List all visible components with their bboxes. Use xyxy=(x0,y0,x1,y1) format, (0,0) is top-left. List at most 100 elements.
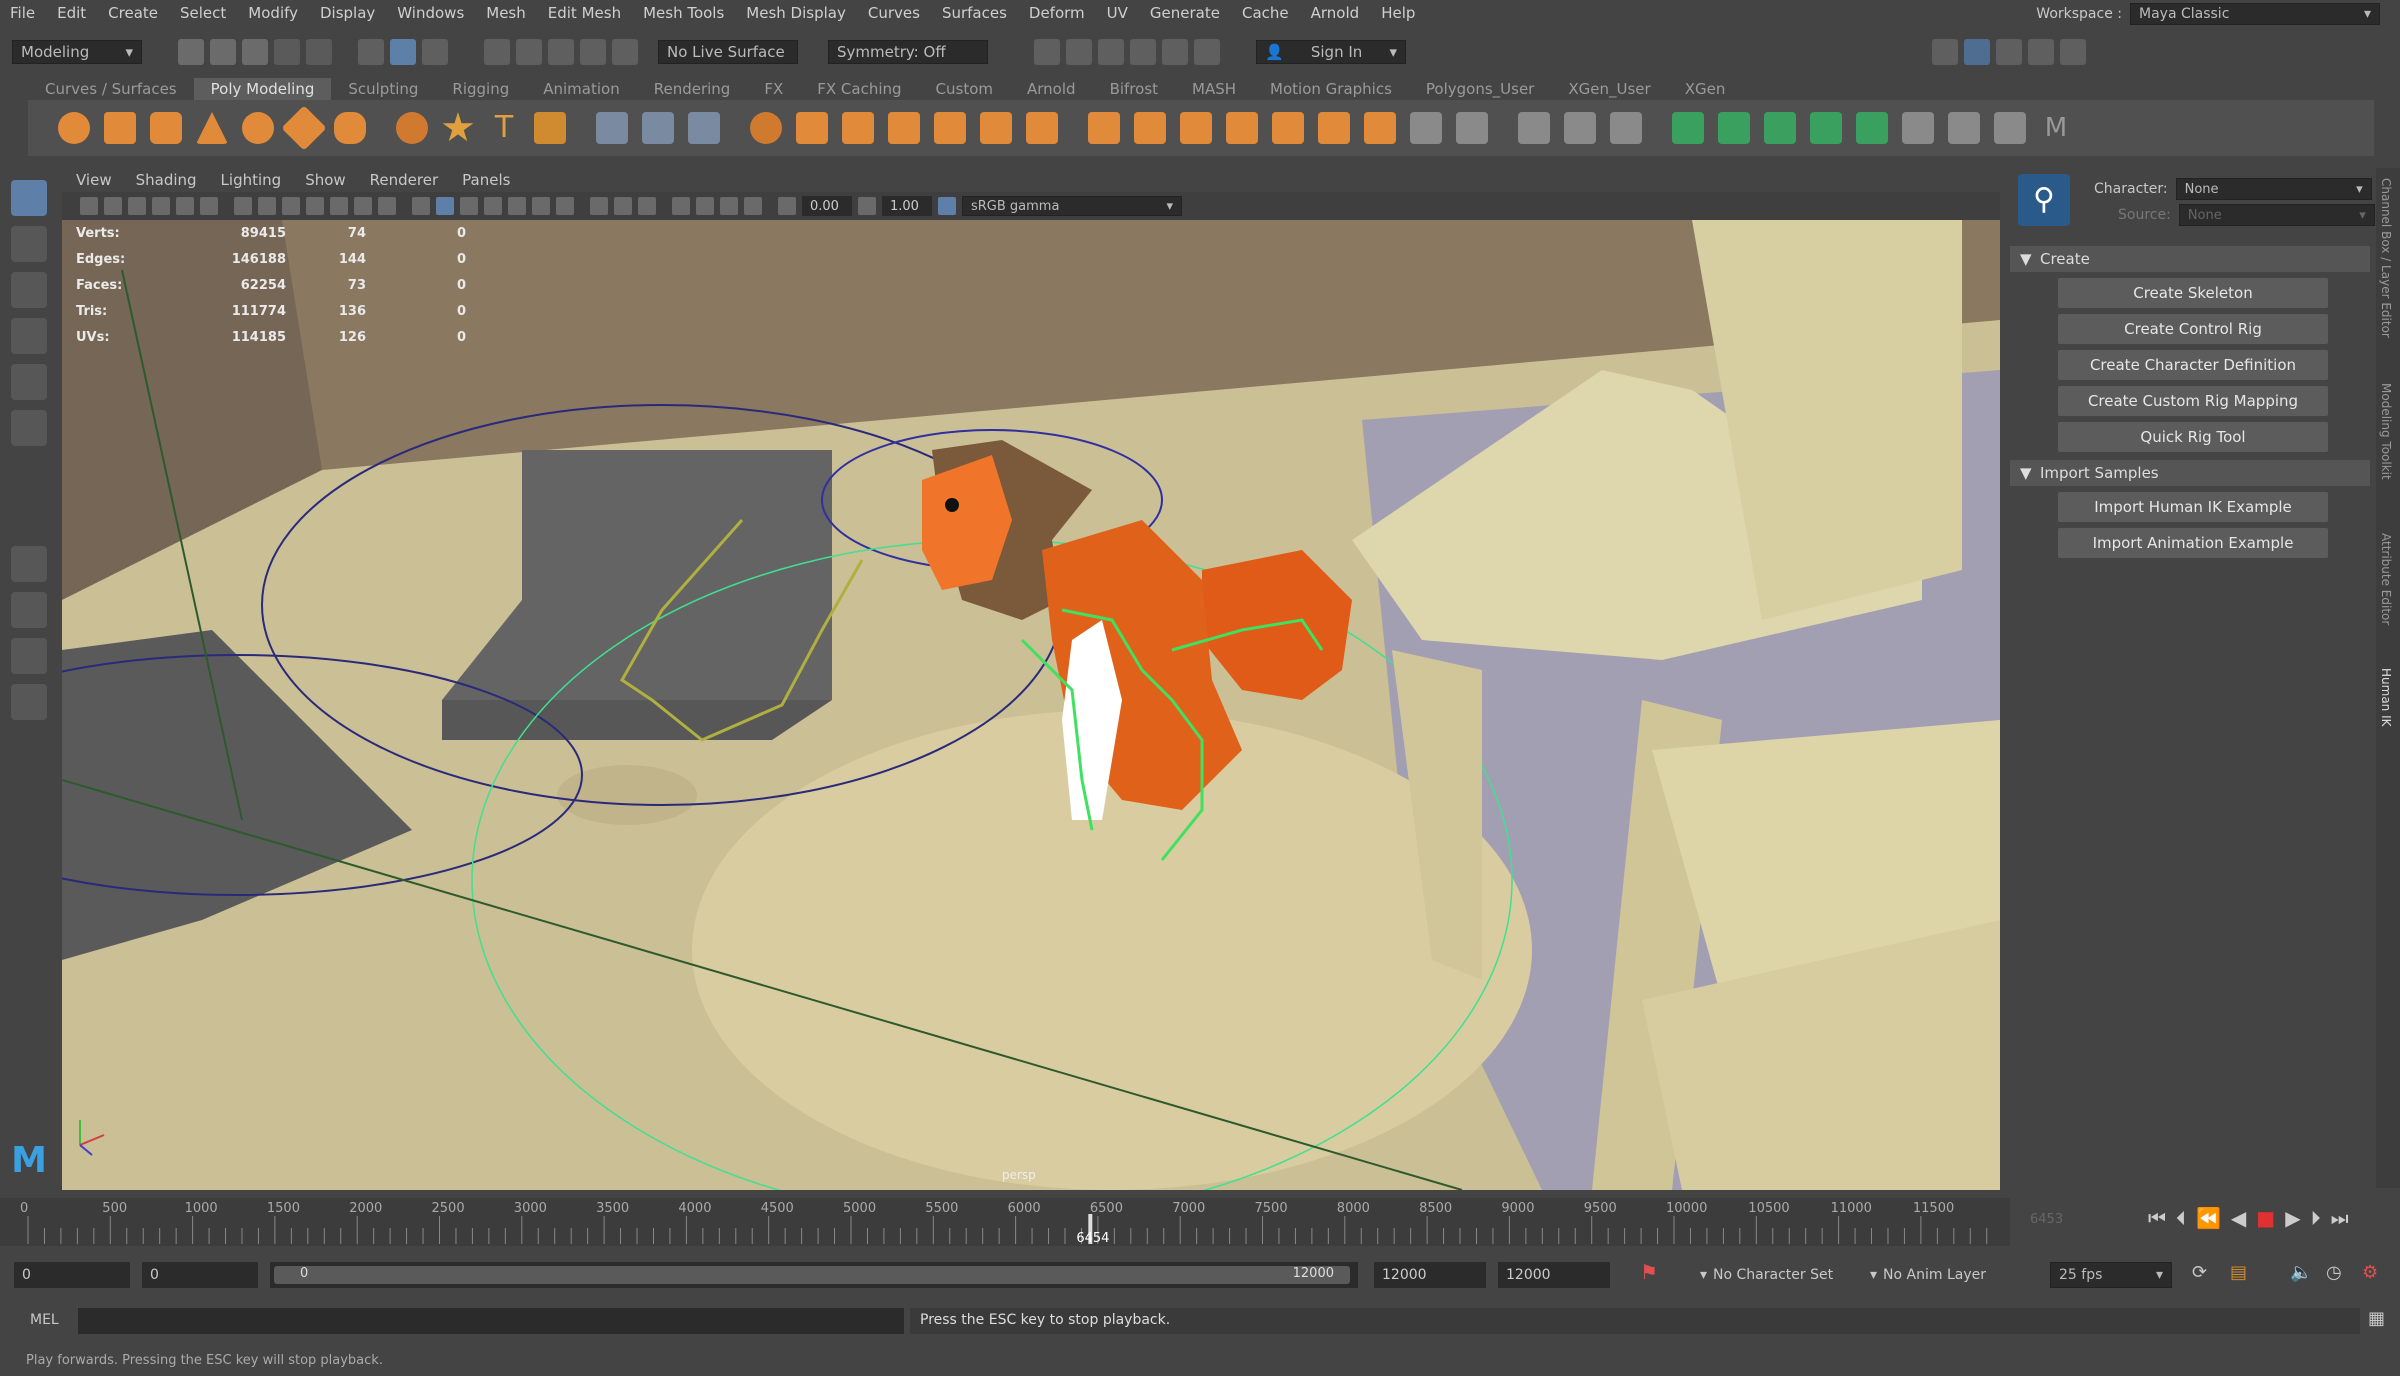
poly-sphere-icon[interactable] xyxy=(58,112,90,144)
exposure-field[interactable]: 0.00 xyxy=(802,196,852,216)
snap-surface-icon[interactable] xyxy=(612,39,638,65)
menu-edit[interactable]: Edit xyxy=(57,4,86,22)
menu-uv[interactable]: UV xyxy=(1107,4,1128,22)
panel-menu-shading[interactable]: Shading xyxy=(136,171,197,189)
script-editor-icon[interactable]: ▦ xyxy=(2368,1308,2385,1329)
field-chart-icon[interactable] xyxy=(330,197,348,215)
motion-blur-icon[interactable] xyxy=(614,197,632,215)
poly-cylinder-icon[interactable] xyxy=(150,112,182,144)
paint-select-tool-icon[interactable] xyxy=(11,272,47,308)
poly-plane-icon[interactable] xyxy=(281,105,327,151)
sew-uv-icon[interactable] xyxy=(1948,112,1980,144)
planar-map-icon[interactable] xyxy=(1718,112,1750,144)
play-backwards-icon[interactable]: ◀ xyxy=(2231,1206,2246,1230)
create-character-definition-button[interactable]: Create Character Definition xyxy=(2058,350,2328,380)
create-custom-rig-mapping-button[interactable]: Create Custom Rig Mapping xyxy=(2058,386,2328,416)
shelf-tab-rigging[interactable]: Rigging xyxy=(435,78,526,100)
menu-select[interactable]: Select xyxy=(180,4,226,22)
create-control-rig-button[interactable]: Create Control Rig xyxy=(2058,314,2328,344)
render-frame-icon[interactable] xyxy=(1066,39,1092,65)
tab-attribute-editor[interactable]: Attribute Editor xyxy=(2379,533,2393,625)
redo-icon[interactable] xyxy=(306,39,332,65)
menu-cache[interactable]: Cache xyxy=(1242,4,1289,22)
snap-point-icon[interactable] xyxy=(548,39,574,65)
import-samples-section-header[interactable]: ▼ Import Samples xyxy=(2010,460,2370,486)
poke-icon[interactable] xyxy=(1272,112,1304,144)
anim-layer-dropdown[interactable]: ▾ No Anim Layer xyxy=(1870,1262,2020,1288)
uv-editor-icon[interactable] xyxy=(1672,112,1704,144)
import-animation-example-button[interactable]: Import Animation Example xyxy=(2058,528,2328,558)
sound-icon[interactable]: 🔈 xyxy=(2290,1262,2312,1283)
play-forwards-icon[interactable]: ▶ xyxy=(2285,1206,2300,1230)
anim-prefs-icon[interactable]: ◷ xyxy=(2326,1262,2342,1283)
shelf-tab-polygons-user[interactable]: Polygons_User xyxy=(1409,78,1551,100)
xray-active-icon[interactable] xyxy=(720,197,738,215)
xray-joints-icon[interactable] xyxy=(744,197,762,215)
camera-select-icon[interactable] xyxy=(80,197,98,215)
menu-windows[interactable]: Windows xyxy=(397,4,464,22)
live-surface-field[interactable]: No Live Surface xyxy=(658,40,798,64)
new-scene-icon[interactable] xyxy=(178,39,204,65)
collapse-icon[interactable] xyxy=(1180,112,1212,144)
command-input[interactable] xyxy=(78,1308,904,1334)
playback-end-field[interactable]: 12000 xyxy=(1374,1262,1486,1288)
menu-generate[interactable]: Generate xyxy=(1150,4,1220,22)
auto-key-icon[interactable]: ⚑ xyxy=(1640,1260,1658,1284)
text-icon[interactable]: T xyxy=(488,112,520,144)
lasso-tool-icon[interactable] xyxy=(11,226,47,262)
wireframe-on-shaded-icon[interactable] xyxy=(484,197,502,215)
import-human-ik-example-button[interactable]: Import Human IK Example xyxy=(2058,492,2328,522)
viewport-persp[interactable]: persp xyxy=(62,220,2000,1190)
menu-help[interactable]: Help xyxy=(1381,4,1415,22)
four-view-layout-icon[interactable] xyxy=(11,592,47,628)
menu-edit-mesh[interactable]: Edit Mesh xyxy=(548,4,621,22)
cleanup-icon[interactable] xyxy=(1410,112,1442,144)
wedge-icon[interactable] xyxy=(1226,112,1258,144)
smooth-shade-icon[interactable] xyxy=(436,197,454,215)
triangulate-icon[interactable] xyxy=(1318,112,1350,144)
shelf-tab-animation[interactable]: Animation xyxy=(526,78,636,100)
menu-arnold[interactable]: Arnold xyxy=(1311,4,1360,22)
two-view-layout-icon[interactable] xyxy=(11,638,47,674)
go-to-end-icon[interactable]: ⏭ xyxy=(2331,1206,2349,1230)
tab-modeling-toolkit[interactable]: Modeling Toolkit xyxy=(2379,383,2393,480)
snap-grid-icon[interactable] xyxy=(484,39,510,65)
shelf-tab-mash[interactable]: MASH xyxy=(1175,78,1253,100)
gate-mask-icon[interactable] xyxy=(306,197,324,215)
loop-icon[interactable]: ⟳ xyxy=(2192,1262,2207,1283)
sign-in-dropdown[interactable]: 👤 Sign In ▾ xyxy=(1256,40,1406,64)
attribute-editor-toggle-icon[interactable] xyxy=(1996,39,2022,65)
snap-view-icon[interactable] xyxy=(580,39,606,65)
select-tool-icon[interactable] xyxy=(11,180,47,216)
xray-icon[interactable] xyxy=(696,197,714,215)
panel-menu-lighting[interactable]: Lighting xyxy=(221,171,282,189)
target-weld-icon[interactable] xyxy=(1564,112,1596,144)
fill-hole-icon[interactable] xyxy=(1088,112,1120,144)
ambient-occlusion-icon[interactable] xyxy=(590,197,608,215)
time-slider[interactable]: 0 500 1000 1500 2000 2500 3000 3500 4000 4500 5000… xyxy=(0,1198,2010,1246)
separate-icon[interactable] xyxy=(642,112,674,144)
shadows-icon[interactable] xyxy=(556,197,574,215)
lights-icon[interactable] xyxy=(532,197,550,215)
bookmark-icon[interactable] xyxy=(128,197,146,215)
colorspace-dropdown[interactable]: sRGB gamma ▾ xyxy=(962,196,1182,216)
super-shape-icon[interactable] xyxy=(442,112,474,142)
resolution-gate-icon[interactable] xyxy=(282,197,300,215)
rotate-tool-icon[interactable] xyxy=(11,364,47,400)
menu-set-dropdown[interactable]: Modeling ▾ xyxy=(12,40,142,64)
command-language-label[interactable]: MEL xyxy=(30,1312,59,1328)
render-settings-icon[interactable] xyxy=(1130,39,1156,65)
wireframe-icon[interactable] xyxy=(412,197,430,215)
combine-icon[interactable] xyxy=(596,112,628,144)
color-management-icon[interactable] xyxy=(938,197,956,215)
panel-menu-panels[interactable]: Panels xyxy=(462,171,510,189)
textured-icon[interactable] xyxy=(508,197,526,215)
film-gate-icon[interactable] xyxy=(258,197,276,215)
tab-human-ik[interactable]: Human IK xyxy=(2379,668,2393,727)
shelf-tab-curves-surfaces[interactable]: Curves / Surfaces xyxy=(28,78,194,100)
shelf-tab-fx-caching[interactable]: FX Caching xyxy=(800,78,918,100)
quadrangulate-icon[interactable] xyxy=(1364,112,1396,144)
snap-curve-icon[interactable] xyxy=(516,39,542,65)
extrude-icon[interactable] xyxy=(888,112,920,144)
animation-end-field[interactable]: 12000 xyxy=(1498,1262,1610,1288)
